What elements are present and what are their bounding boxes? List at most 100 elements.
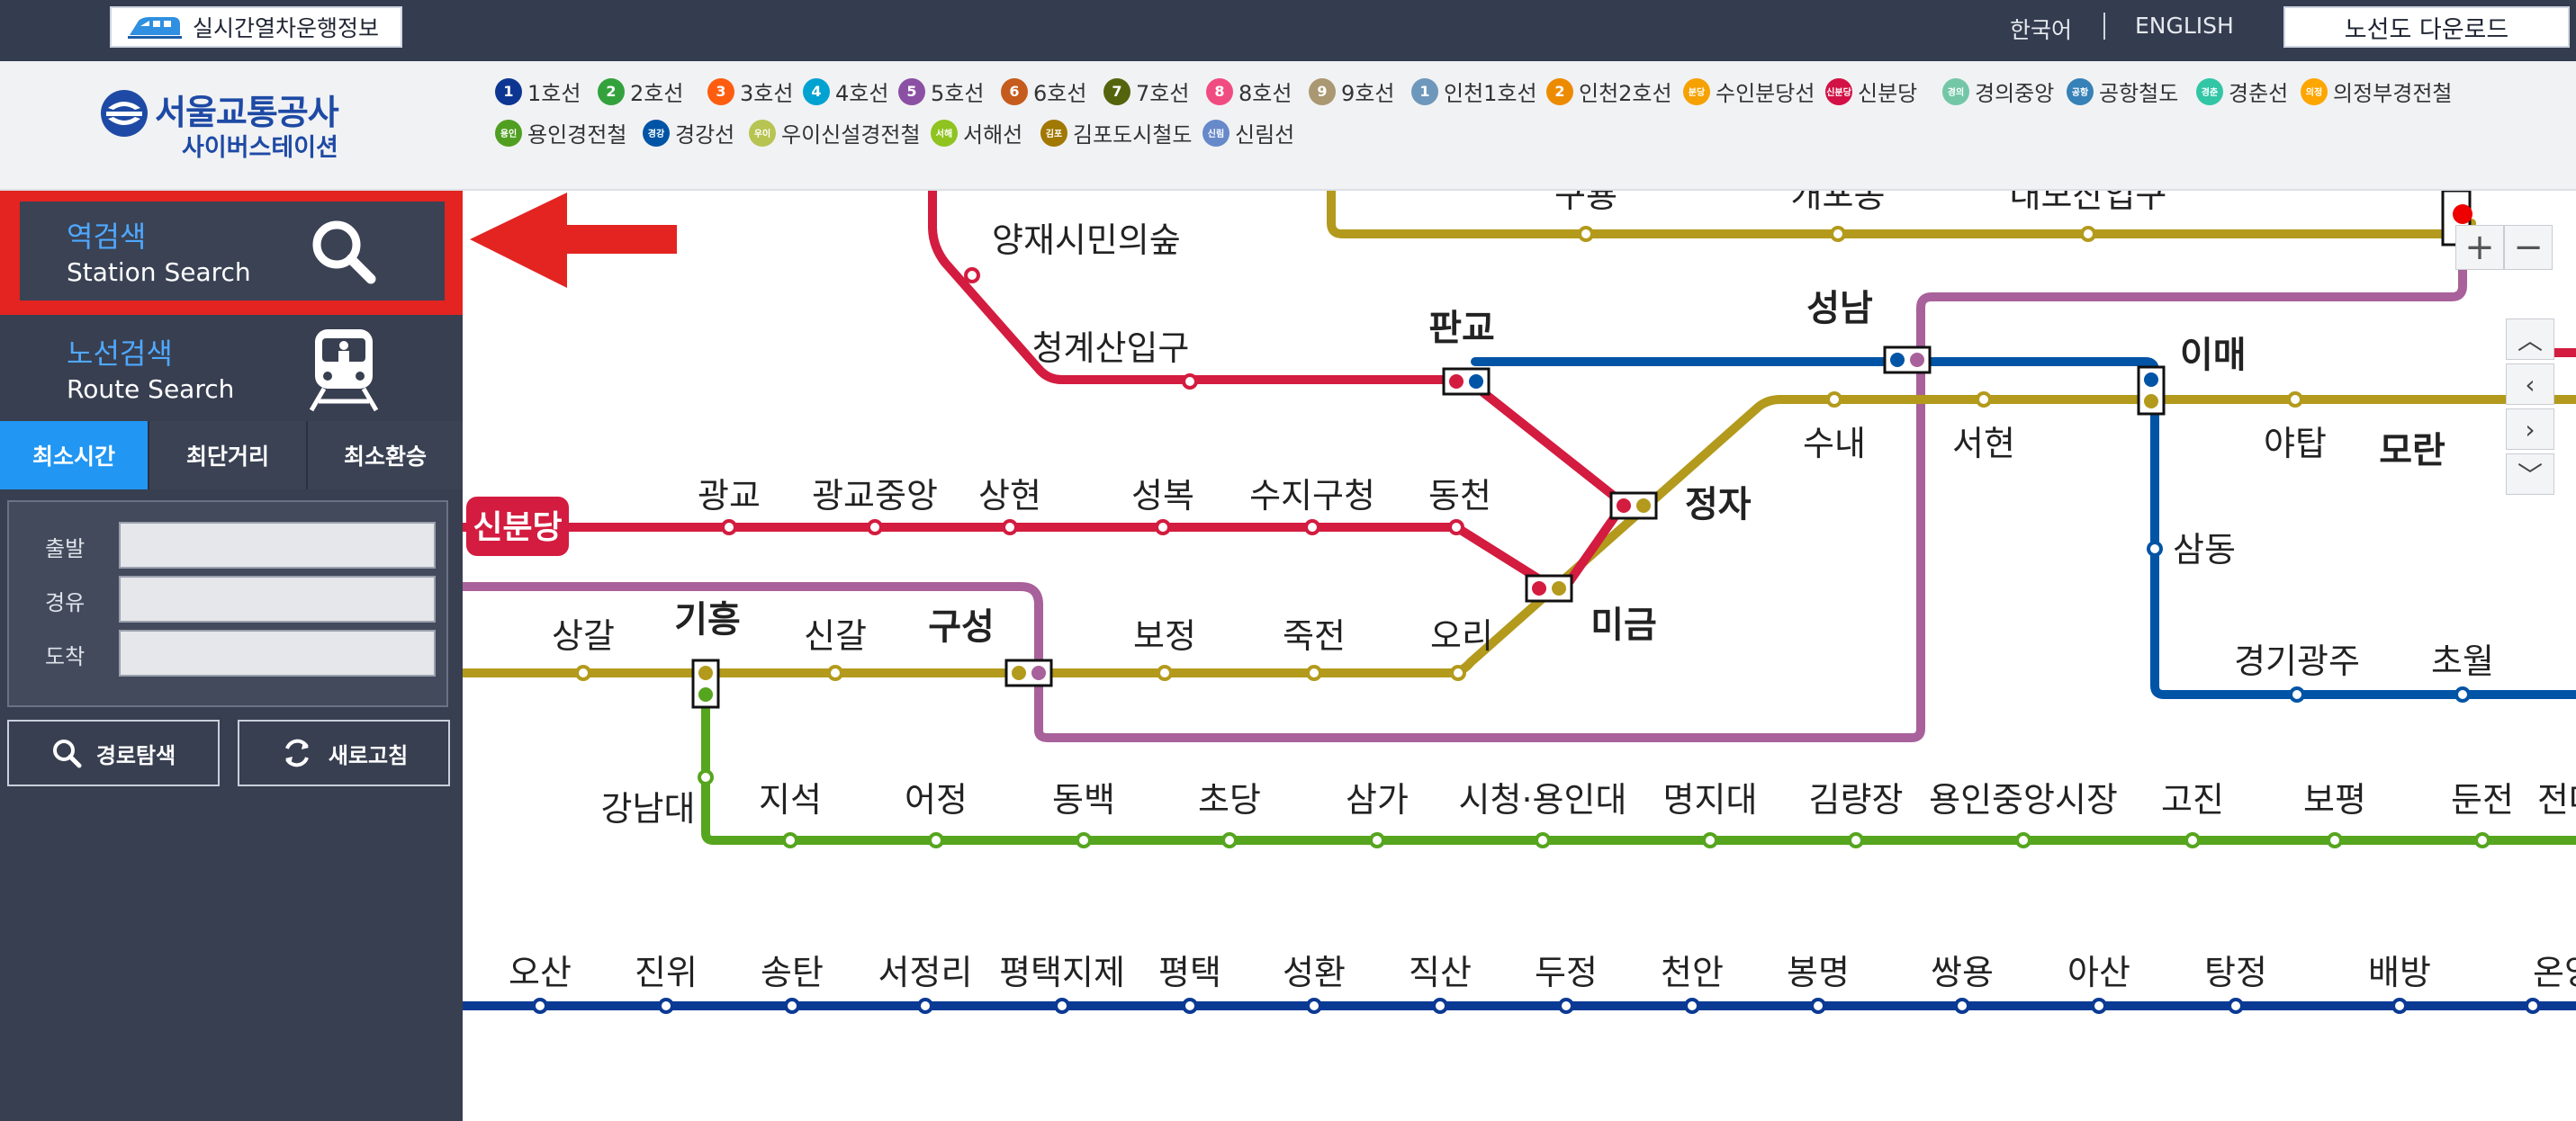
station-label-tangjeong[interactable]: 탕정 [2204, 953, 2267, 992]
station-label-baebang[interactable]: 배방 [2368, 953, 2431, 992]
station-label-dujeong[interactable]: 두정 [1535, 953, 1598, 992]
legend-item[interactable]: 3 3호선 [707, 76, 793, 107]
station-label-gojin[interactable]: 고진 [2161, 780, 2224, 820]
station-dot[interactable] [827, 665, 843, 681]
pan-right-button[interactable]: › [2506, 408, 2554, 450]
legend-item[interactable]: 신림 신림선 [1202, 117, 1294, 148]
station-label-guseong[interactable]: 구성 [928, 606, 995, 648]
station-dot[interactable] [1002, 519, 1018, 535]
legend-item[interactable]: 2 인천2호선 [1546, 76, 1672, 107]
station-label-singal[interactable]: 신갈 [804, 616, 867, 656]
station-label-gangnamdae[interactable]: 강남대 [601, 789, 696, 829]
station-dot[interactable] [2525, 998, 2541, 1014]
station-label-jiseok[interactable]: 지석 [759, 780, 822, 820]
station-dot[interactable] [721, 519, 737, 535]
legend-item[interactable]: 6 6호선 [1001, 76, 1086, 107]
legend-item[interactable]: 7 7호선 [1103, 76, 1189, 107]
station-label-sicheong[interactable]: 시청·용인대 [1459, 780, 1627, 820]
station-label-bopyeong[interactable]: 보평 [2303, 780, 2366, 820]
lang-korean-link[interactable]: 한국어 [2010, 13, 2072, 45]
station-dot[interactable] [1155, 519, 1171, 535]
station-label-jeondae[interactable]: 전대 [2537, 780, 2576, 820]
station-dot[interactable] [2147, 541, 2163, 557]
station-label-bojeong[interactable]: 보정 [1133, 616, 1196, 656]
station-label-chowol[interactable]: 초월 [2431, 641, 2494, 681]
station-label-cheonggye[interactable]: 청계산입구 [1032, 328, 1190, 368]
station-dot[interactable] [2474, 832, 2490, 848]
zoom-out-button[interactable]: − [2504, 225, 2553, 270]
pan-up-button[interactable]: ︿ [2506, 318, 2554, 360]
station-dot[interactable] [2091, 998, 2107, 1014]
station-search-menu[interactable]: 역검색 Station Search [20, 202, 445, 300]
station-label-sunae[interactable]: 수내 [1803, 424, 1866, 463]
station-dot[interactable] [782, 832, 798, 848]
legend-item[interactable]: 9 9호선 [1309, 76, 1394, 107]
station-label-jiksan[interactable]: 직산 [1409, 953, 1472, 992]
sinbundang-badge[interactable]: 신분당 [466, 497, 569, 556]
legend-item[interactable]: 경의 경의중앙 [1942, 76, 2054, 107]
station-label-yatap[interactable]: 야탑 [2264, 424, 2327, 463]
station-label-osan[interactable]: 오산 [509, 953, 572, 992]
station-label-gimnyangjang[interactable]: 김량장 [1809, 780, 1904, 820]
station-dot[interactable] [2287, 391, 2303, 408]
legend-item[interactable]: 경강 경강선 [643, 117, 734, 148]
station-label-dongcheon[interactable]: 동천 [1428, 476, 1491, 516]
legend-item[interactable]: 경춘 경춘선 [2196, 76, 2288, 107]
route-search-menu[interactable]: 노선검색 Route Search [0, 317, 463, 430]
station-dot[interactable] [1306, 998, 1322, 1014]
station-label-jeongja[interactable]: 정자 [1685, 484, 1752, 525]
station-label-eojeong[interactable]: 어정 [905, 780, 968, 820]
station-dot[interactable] [1369, 832, 1385, 848]
legend-item[interactable]: 용인 용인경전철 [495, 117, 626, 148]
station-dot[interactable] [1304, 519, 1320, 535]
station-label-migeum[interactable]: 미금 [1590, 605, 1657, 646]
station-dot[interactable] [2327, 832, 2343, 848]
station-dot[interactable] [2391, 998, 2408, 1014]
tab-min-transfer[interactable]: 최소환승 [308, 421, 463, 489]
station-label-gwanggyo[interactable]: 광교 [698, 476, 761, 516]
station-dot[interactable] [1448, 519, 1464, 535]
station-dot[interactable] [1182, 998, 1198, 1014]
map-download-button[interactable]: 노선도 다운로드 [2283, 6, 2570, 48]
legend-item[interactable]: 8 8호선 [1206, 76, 1292, 107]
departure-input[interactable] [119, 522, 436, 569]
station-label-seongnam[interactable]: 성남 [1806, 288, 1873, 329]
station-dot[interactable] [1054, 998, 1070, 1014]
subway-map[interactable]: 신분당 양재시민의숲청계산입구 판교 성남이매광교 광교중앙 상현 성복 수지구청 동천 정자 수… [463, 191, 2576, 1121]
station-dot[interactable] [532, 998, 548, 1014]
station-dot[interactable] [784, 998, 800, 1014]
station-label-bongmyeong[interactable]: 봉명 [1787, 953, 1850, 992]
station-label-pangyo[interactable]: 판교 [1428, 308, 1495, 349]
station-dot[interactable] [1076, 832, 1092, 848]
station-label-pyeongtaek-jije[interactable]: 평택지제 [999, 953, 1125, 992]
station-label-jukjeon[interactable]: 죽전 [1283, 616, 1346, 656]
station-dot[interactable] [1702, 832, 1718, 848]
station-dot[interactable] [2289, 686, 2305, 703]
station-label-ori[interactable]: 오리 [1430, 616, 1493, 656]
pan-left-button[interactable]: ‹ [2506, 363, 2554, 405]
station-label-myongji[interactable]: 명지대 [1663, 780, 1758, 820]
station-dot[interactable] [867, 519, 883, 535]
pan-down-button[interactable]: ﹀ [2506, 453, 2554, 495]
station-dot[interactable] [658, 998, 674, 1014]
realtime-train-button[interactable]: 실시간열차운행정보 [110, 6, 402, 48]
station-dot[interactable] [2184, 832, 2201, 848]
station-dot[interactable] [1830, 226, 1846, 242]
legend-item[interactable]: 우이 우이신설경전철 [749, 117, 921, 148]
legend-item[interactable]: 의정 의정부경전철 [2301, 76, 2452, 107]
station-label-suji[interactable]: 수지구청 [1249, 476, 1375, 516]
legend-item[interactable]: 분당 수인분당선 [1683, 76, 1815, 107]
station-dot[interactable] [1558, 998, 1574, 1014]
legend-item[interactable]: 서해 서해선 [931, 117, 1022, 148]
station-dot[interactable] [1578, 226, 1594, 242]
tab-shortest-distance[interactable]: 최단거리 [149, 421, 308, 489]
legend-item[interactable]: 5 5호선 [898, 76, 984, 107]
station-label-gwanggyo-jungang[interactable]: 광교중앙 [812, 476, 938, 516]
arrival-input[interactable] [119, 630, 436, 677]
station-label-top3[interactable]: 대모산입구 [2010, 191, 2167, 215]
station-dot[interactable] [1182, 373, 1198, 390]
station-dot[interactable] [575, 665, 591, 681]
station-dot[interactable] [1450, 665, 1466, 681]
station-dot[interactable] [2228, 998, 2244, 1014]
station-dot[interactable] [1848, 832, 1864, 848]
